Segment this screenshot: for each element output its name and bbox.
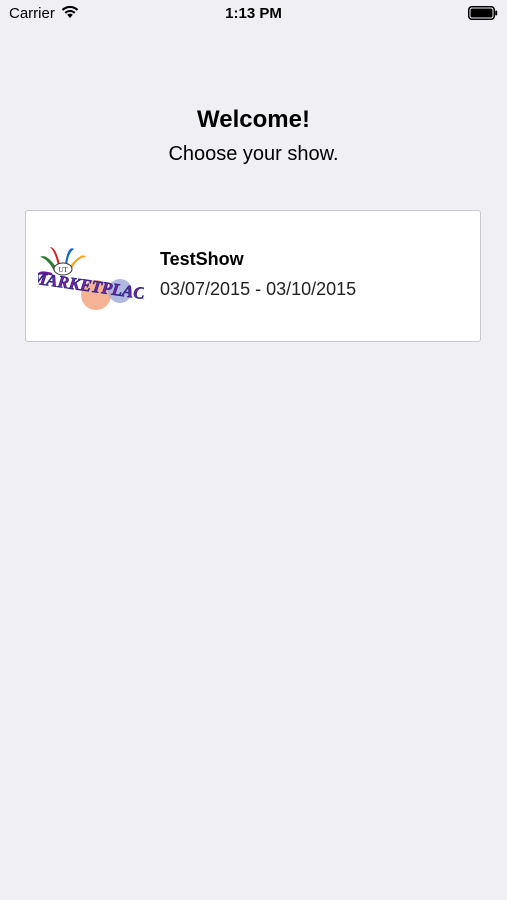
status-bar: Carrier 1:13 PM (0, 0, 507, 28)
status-time: 1:13 PM (225, 5, 282, 22)
app-screen: Carrier 1:13 PM Welcome! Choose your sho… (0, 0, 507, 900)
show-dates: 03/07/2015 - 03/10/2015 (160, 279, 357, 299)
welcome-subtitle: Choose your show. (168, 143, 339, 165)
show-card-testshow[interactable]: UT MARKETPLACE TestShow 03/07/2015 - 03/… (25, 210, 481, 342)
marketplace-logo: UT MARKETPLACE (38, 247, 144, 310)
battery-icon (468, 6, 498, 20)
show-name: TestShow (160, 249, 244, 269)
welcome-title: Welcome! (197, 106, 310, 133)
